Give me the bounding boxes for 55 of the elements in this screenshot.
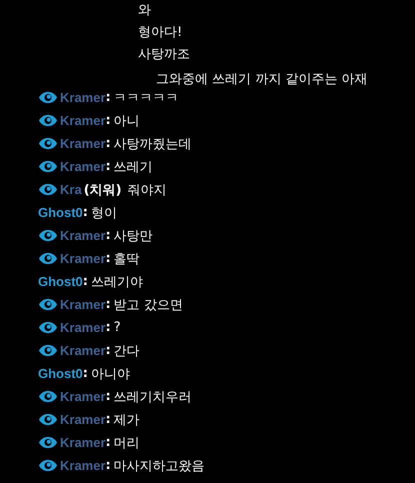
subtitle-text: 형아다!: [138, 24, 184, 42]
chat-message: 줘야지: [128, 182, 167, 198]
colon-separator: :: [106, 343, 111, 358]
subtitle-text: (치워): [84, 182, 122, 198]
colon-separator: :: [106, 251, 111, 266]
subtitle-text: 그와중에 쓰레기 까지 같이주는 아재: [155, 71, 369, 89]
username[interactable]: Ghost0: [38, 366, 83, 381]
colon-separator: :: [106, 297, 111, 312]
colon-separator: :: [82, 366, 88, 381]
chat-message: 제가: [114, 412, 140, 428]
chat-message: 쓰레기: [114, 158, 153, 176]
chat-message: 마사지하고왔음: [114, 458, 205, 474]
chat-message: 홀딱: [114, 250, 140, 268]
username[interactable]: Kramer: [60, 159, 106, 174]
chat-message: 아니야: [91, 366, 130, 382]
username[interactable]: Ghost0: [38, 274, 83, 289]
colon-separator: :: [106, 412, 111, 427]
username[interactable]: Kramer: [60, 343, 106, 358]
username[interactable]: Kramer: [60, 320, 106, 335]
colon-separator: :: [82, 205, 88, 220]
chat-message: 쓰레기야: [91, 274, 143, 290]
subtitle-text: 와: [138, 2, 152, 20]
username[interactable]: Kramer: [60, 297, 106, 312]
username[interactable]: Kramer: [60, 228, 106, 243]
colon-separator: :: [106, 228, 111, 243]
colon-separator: :: [106, 136, 111, 151]
colon-separator: :: [82, 274, 88, 289]
chat-message: ?: [114, 320, 121, 335]
chat-message: 머리: [114, 434, 140, 452]
username[interactable]: Kramer: [60, 251, 106, 266]
colon-separator: :: [106, 435, 111, 450]
username[interactable]: Kramer: [60, 458, 106, 473]
colon-separator: :: [106, 320, 111, 335]
chat-message: 형이: [91, 204, 117, 222]
username[interactable]: Kramer: [60, 90, 106, 105]
chat-message: 쓰레기치우러: [114, 388, 192, 406]
chat-message: 사탕만: [114, 228, 153, 244]
username[interactable]: Kra: [60, 182, 82, 197]
chat-message: 간다: [114, 342, 140, 360]
colon-separator: :: [106, 113, 111, 128]
chat-message: 사탕까줬는데: [114, 136, 192, 152]
username[interactable]: Kramer: [60, 412, 106, 427]
colon-separator: :: [106, 389, 111, 404]
chat-message: 아니: [114, 112, 140, 130]
chat-message: ㅋㅋㅋㅋㅋ: [114, 90, 179, 106]
colon-separator: :: [106, 90, 111, 105]
chat-message: 받고 갔으면: [114, 296, 183, 314]
colon-separator: :: [106, 458, 111, 473]
username[interactable]: Kramer: [60, 435, 106, 450]
username[interactable]: Kramer: [60, 136, 106, 151]
username[interactable]: Kramer: [60, 113, 106, 128]
username[interactable]: Ghost0: [38, 205, 83, 220]
username[interactable]: Kramer: [60, 389, 106, 404]
subtitle-text: 사탕까조: [138, 46, 191, 64]
colon-separator: :: [106, 159, 111, 174]
